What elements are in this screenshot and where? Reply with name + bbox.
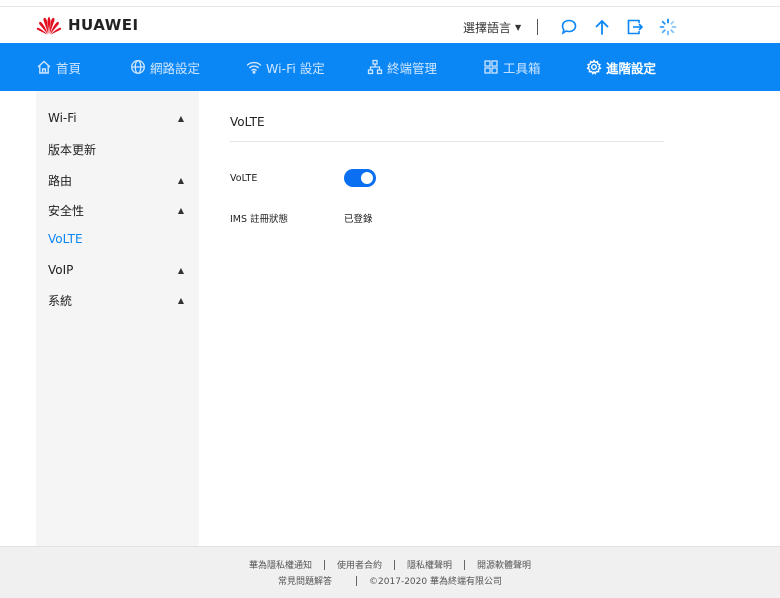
footer-link-open-source[interactable]: 開源軟體聲明 <box>477 558 531 571</box>
language-selector[interactable]: 選擇語言 ▼ <box>463 19 521 36</box>
logout-icon[interactable] <box>625 17 645 37</box>
language-label: 選擇語言 <box>463 20 512 35</box>
nav-item-toolbox[interactable]: 工具箱 <box>483 43 541 91</box>
huawei-logo-icon <box>36 16 62 35</box>
footer-divider <box>356 575 358 586</box>
sidebar-item-label: Wi-Fi <box>48 111 77 125</box>
sidebar-item-voip[interactable]: VoIP ▲ <box>48 260 188 280</box>
volte-label: VoLTE <box>230 173 258 184</box>
footer-divider <box>464 559 466 570</box>
sidebar-item-label: VoLTE <box>48 232 83 246</box>
sidebar-item-label: VoIP <box>48 263 74 277</box>
brand-logo[interactable]: HUAWEI <box>36 15 139 35</box>
caret-up-icon: ▲ <box>177 113 184 123</box>
sidebar-item-routing[interactable]: 路由 ▲ <box>48 170 188 190</box>
upload-icon[interactable] <box>592 17 612 37</box>
nav-label: 進階設定 <box>606 60 657 76</box>
home-icon <box>37 60 51 74</box>
ims-status-value: 已登錄 <box>344 214 373 225</box>
caret-up-icon: ▲ <box>177 295 184 305</box>
footer-link-faq[interactable]: 常見問題解答 <box>278 574 332 587</box>
nav-item-device-management[interactable]: 終端管理 <box>367 43 437 91</box>
toggle-knob <box>361 172 373 184</box>
page-title: VoLTE <box>230 115 265 129</box>
caret-down-icon: ▼ <box>515 22 522 32</box>
header-divider <box>537 19 539 35</box>
brand-name: HUAWEI <box>68 16 139 34</box>
nav-item-advanced-settings[interactable]: 進階設定 <box>586 43 656 91</box>
copyright: ©2017-2020 華為終端有限公司 <box>369 577 502 587</box>
caret-up-icon: ▲ <box>177 205 184 215</box>
ims-status-label: IMS 註冊狀態 <box>230 214 289 225</box>
loading-icon <box>658 17 678 37</box>
header-actions: 選擇語言 ▼ <box>463 16 678 38</box>
title-divider <box>230 141 664 142</box>
sidebar-item-label: 版本更新 <box>48 142 97 157</box>
sidebar-item-label: 系統 <box>48 293 73 308</box>
footer-link-user-agreement[interactable]: 使用者合約 <box>337 558 382 571</box>
gear-icon <box>586 59 602 75</box>
nav-label: Wi-Fi 設定 <box>266 60 325 76</box>
footer: 華為隱私權通知 使用者合約 隱私權聲明 開源軟體聲明 常見問題解答 ©2017-… <box>0 546 780 598</box>
footer-bottom: 常見問題解答 ©2017-2020 華為終端有限公司 <box>0 574 780 587</box>
footer-link-privacy-notice[interactable]: 華為隱私權通知 <box>249 558 312 571</box>
volte-toggle[interactable] <box>344 169 376 187</box>
main-nav: 首頁 網路設定 Wi-Fi 設定 終端管理 工具箱 進階設定 <box>0 43 780 91</box>
nav-label: 網路設定 <box>150 60 201 76</box>
sidebar-item-security[interactable]: 安全性 ▲ <box>48 200 188 220</box>
chat-icon[interactable] <box>559 17 579 37</box>
sidebar: Wi-Fi ▲ 版本更新 路由 ▲ 安全性 ▲ VoLTE VoIP ▲ 系統 … <box>36 91 199 546</box>
nav-item-wifi[interactable]: Wi-Fi 設定 <box>246 43 325 91</box>
nav-label: 首頁 <box>56 60 82 76</box>
nav-item-home[interactable]: 首頁 <box>36 43 81 91</box>
nav-label: 終端管理 <box>387 60 438 76</box>
caret-up-icon: ▲ <box>177 175 184 185</box>
sidebar-item-firmware-update[interactable]: 版本更新 <box>48 139 188 159</box>
sidebar-item-system[interactable]: 系統 ▲ <box>48 290 188 310</box>
footer-divider <box>394 559 395 570</box>
nav-item-network[interactable]: 網路設定 <box>130 43 200 91</box>
caret-up-icon: ▲ <box>177 265 184 275</box>
top-border <box>0 0 780 7</box>
footer-link-privacy-statement[interactable]: 隱私權聲明 <box>407 558 452 571</box>
footer-links: 華為隱私權通知 使用者合約 隱私權聲明 開源軟體聲明 <box>0 558 780 571</box>
sidebar-item-wifi[interactable]: Wi-Fi ▲ <box>48 108 188 128</box>
globe-icon <box>131 60 145 74</box>
nav-label: 工具箱 <box>503 60 541 76</box>
sidebar-item-label: 安全性 <box>48 203 85 218</box>
sidebar-item-label: 路由 <box>48 173 73 188</box>
header: HUAWEI 選擇語言 ▼ <box>0 7 780 43</box>
wifi-icon <box>246 61 262 74</box>
grid-icon <box>484 60 498 74</box>
sidebar-item-volte[interactable]: VoLTE <box>48 229 188 249</box>
footer-divider <box>323 559 325 570</box>
network-icon <box>367 59 383 75</box>
